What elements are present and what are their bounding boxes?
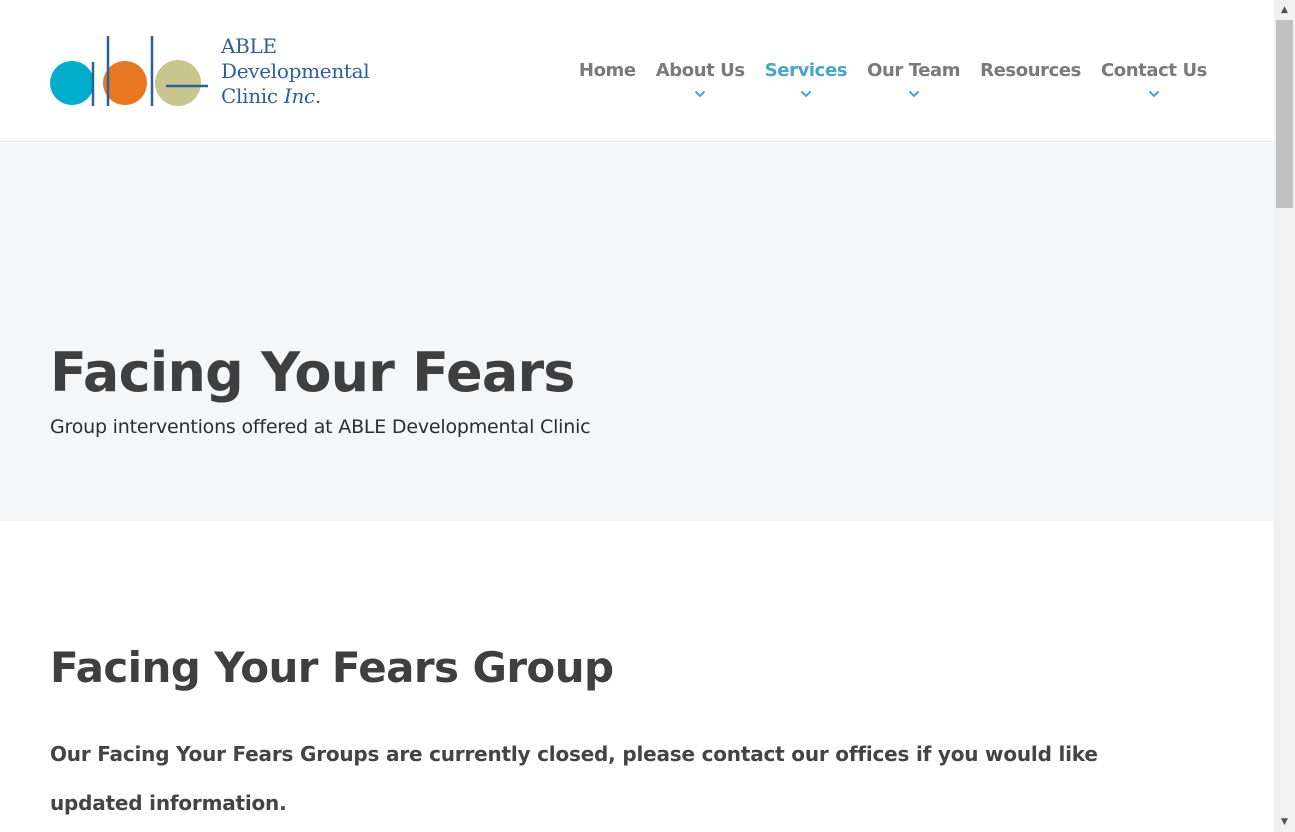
page-subtitle: Group interventions offered at ABLE Deve…: [50, 416, 591, 438]
page-title: Facing Your Fears: [50, 341, 575, 404]
nav-item-label: Resources: [980, 60, 1081, 81]
nav-item-label: Contact Us: [1100, 60, 1207, 81]
chevron-down-icon[interactable]: [800, 86, 812, 102]
section-heading: Facing Your Fears Group: [50, 643, 614, 692]
logo-line-2: Developmental: [221, 59, 370, 83]
chevron-down-icon[interactable]: [1148, 86, 1160, 102]
main-nav: Home About Us Services Our Team Resource…: [569, 58, 1217, 102]
logo-line-3-clinic: Clinic: [221, 84, 284, 108]
scroll-up-arrow-icon[interactable]: ▲: [1274, 0, 1295, 20]
logo-line-3: Clinic Inc.: [221, 84, 369, 109]
vertical-scrollbar[interactable]: ▲ ▼: [1274, 0, 1295, 832]
nav-item-label: About Us: [655, 60, 745, 81]
nav-item-resources[interactable]: Resources: [970, 58, 1091, 102]
site-header: ABLE Developmental Clinic Inc. Home Abou…: [0, 0, 1274, 142]
nav-item-label: Services: [764, 60, 848, 81]
able-logo[interactable]: ABLE Developmental Clinic Inc.: [50, 34, 370, 110]
scrollbar-thumb[interactable]: [1276, 20, 1293, 208]
logo-line-3-inc: Inc.: [283, 84, 321, 108]
logo-wordmark: ABLE Developmental Clinic Inc.: [221, 34, 370, 109]
page-viewport: ABLE Developmental Clinic Inc. Home Abou…: [0, 0, 1274, 832]
nav-item-label: Home: [578, 60, 636, 81]
nav-item-about-us[interactable]: About Us: [646, 58, 755, 102]
hero-banner: Facing Your Fears Group interventions of…: [0, 143, 1274, 521]
logo-line-1: ABLE: [221, 34, 277, 58]
chevron-down-icon[interactable]: [694, 86, 706, 102]
scroll-down-arrow-icon[interactable]: ▼: [1274, 812, 1295, 832]
nav-item-services[interactable]: Services: [755, 58, 857, 102]
chevron-down-icon[interactable]: [908, 86, 920, 102]
nav-item-our-team[interactable]: Our Team: [857, 58, 970, 102]
nav-item-contact-us[interactable]: Contact Us: [1091, 58, 1217, 102]
nav-item-home[interactable]: Home: [569, 58, 646, 102]
nav-item-label: Our Team: [867, 60, 961, 81]
able-logo-mark-icon: [50, 36, 208, 106]
section-body-text: Our Facing Your Fears Groups are current…: [50, 742, 1098, 815]
